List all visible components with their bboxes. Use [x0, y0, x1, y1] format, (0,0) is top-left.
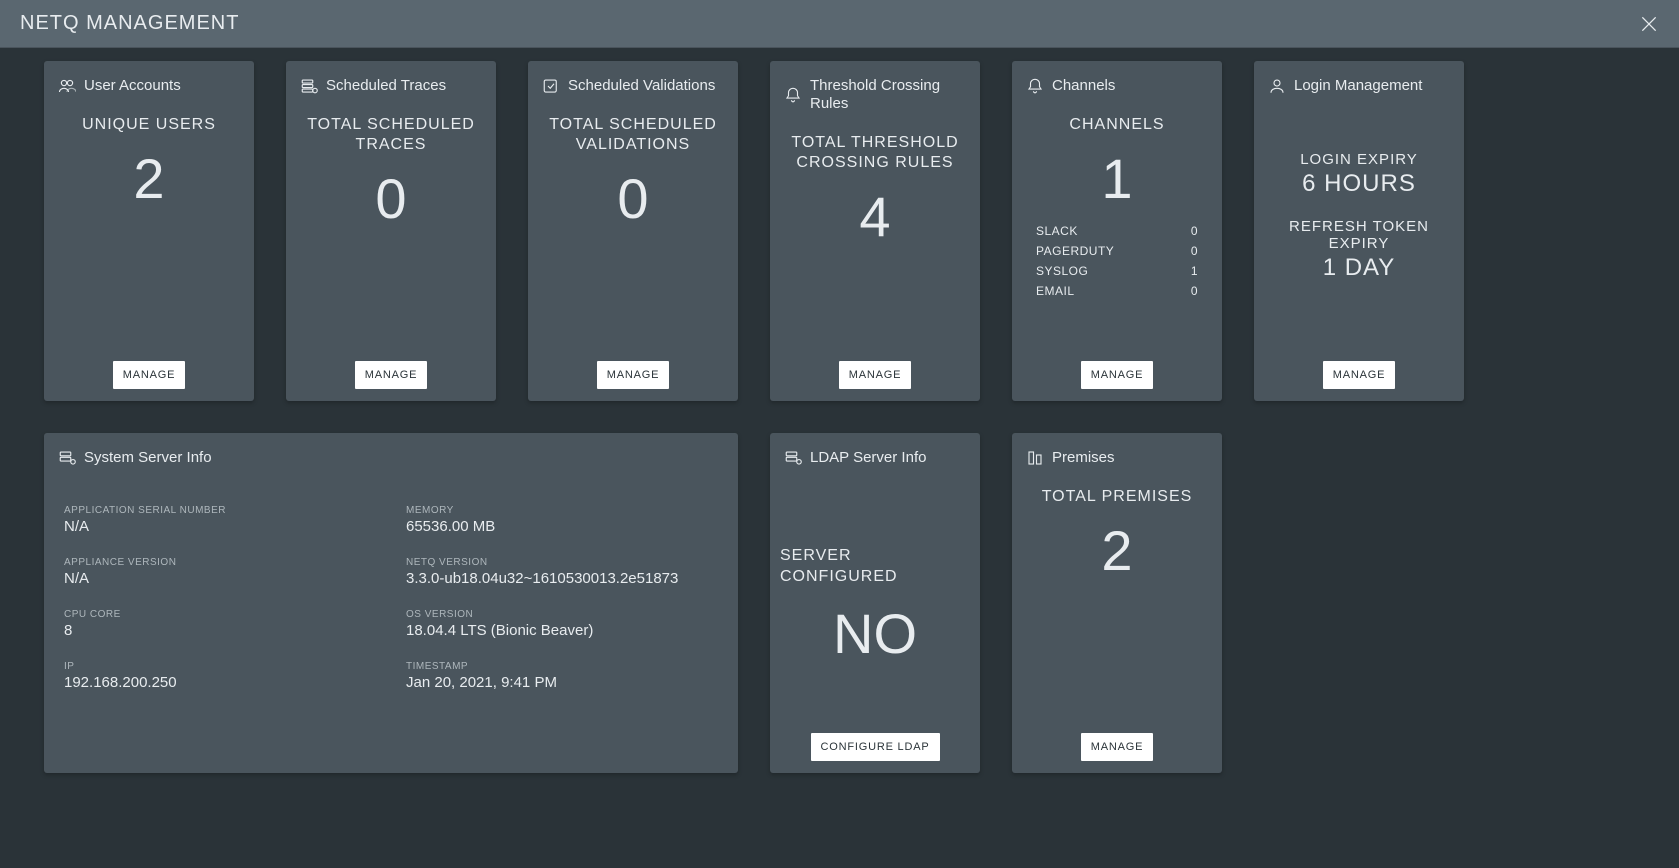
card-title: Scheduled Validations: [568, 77, 715, 95]
card-premises: Premises TOTAL PREMISES 2 MANAGE: [1012, 433, 1222, 773]
refresh-expiry-value: 1 DAY: [1264, 254, 1454, 282]
validations-icon: [542, 77, 560, 95]
card-title: Scheduled Traces: [326, 77, 446, 95]
server-icon: [58, 449, 76, 467]
card-title: Channels: [1052, 77, 1115, 95]
users-icon: [58, 77, 76, 95]
card-header: Scheduled Traces: [296, 77, 486, 95]
card-header: LDAP Server Info: [780, 449, 970, 467]
card-title: System Server Info: [84, 449, 212, 467]
card-body: LOGIN EXPIRY 6 HOURS REFRESH TOKEN EXPIR…: [1264, 115, 1454, 353]
stat-label: SERVER CONFIGURED: [780, 546, 970, 588]
manage-button[interactable]: MANAGE: [597, 361, 669, 389]
card-ldap: LDAP Server Info SERVER CONFIGURED NO CO…: [770, 433, 980, 773]
manage-button[interactable]: MANAGE: [1081, 733, 1153, 761]
close-icon[interactable]: [1639, 14, 1659, 34]
info-item: OS VERSION18.04.4 LTS (Bionic Beaver): [406, 609, 718, 639]
stat-value: 2: [1101, 523, 1132, 579]
card-body: TOTAL SCHEDULED TRACES 0: [296, 115, 486, 353]
card-system-server-info: System Server Info APPLICATION SERIAL NU…: [44, 433, 738, 773]
card-header: Login Management: [1264, 77, 1454, 95]
card-header: Channels: [1022, 77, 1212, 95]
card-header: Premises: [1022, 449, 1212, 467]
card-title: Premises: [1052, 449, 1115, 467]
card-body: CHANNELS 1 SLACK0 PAGERDUTY0 SYSLOG1 EMA…: [1022, 115, 1212, 353]
card-scheduled-traces: Scheduled Traces TOTAL SCHEDULED TRACES …: [286, 61, 496, 401]
card-header: Threshold Crossing Rules: [780, 77, 970, 113]
login-icon: [1268, 77, 1286, 95]
card-threshold: Threshold Crossing Rules TOTAL THRESHOLD…: [770, 61, 980, 401]
stat-label: TOTAL PREMISES: [1042, 487, 1193, 507]
card-header: User Accounts: [54, 77, 244, 95]
configure-ldap-button[interactable]: CONFIGURE LDAP: [811, 733, 940, 761]
card-body: TOTAL PREMISES 2: [1022, 487, 1212, 725]
page-header: NETQ MANAGEMENT: [0, 0, 1679, 48]
card-header: System Server Info: [54, 449, 728, 467]
manage-button[interactable]: MANAGE: [839, 361, 911, 389]
manage-button[interactable]: MANAGE: [355, 361, 427, 389]
card-grid: User Accounts UNIQUE USERS 2 MANAGE Sche…: [0, 48, 1679, 786]
refresh-expiry-label: REFRESH TOKEN EXPIRY: [1264, 218, 1454, 252]
login-expiry-label: LOGIN EXPIRY: [1300, 151, 1418, 168]
ldap-icon: [784, 449, 802, 467]
card-body: SERVER CONFIGURED NO: [780, 487, 970, 725]
channels-icon: [1026, 77, 1044, 95]
card-title: Threshold Crossing Rules: [810, 77, 970, 113]
card-header: Scheduled Validations: [538, 77, 728, 95]
stat-value: 1: [1101, 151, 1132, 207]
channel-detail-list: SLACK0 PAGERDUTY0 SYSLOG1 EMAIL0: [1022, 221, 1212, 301]
info-item: CPU CORE8: [64, 609, 376, 639]
page-title: NETQ MANAGEMENT: [20, 12, 239, 35]
refresh-expiry: REFRESH TOKEN EXPIRY 1 DAY: [1264, 218, 1454, 282]
channel-row: SLACK0: [1036, 221, 1198, 241]
card-title: LDAP Server Info: [810, 449, 926, 467]
channel-row: EMAIL0: [1036, 281, 1198, 301]
stat-value: 0: [617, 171, 648, 227]
manage-button[interactable]: MANAGE: [1081, 361, 1153, 389]
stat-label: UNIQUE USERS: [82, 115, 216, 135]
channel-row: SYSLOG1: [1036, 261, 1198, 281]
stat-label: TOTAL SCHEDULED VALIDATIONS: [538, 115, 728, 155]
manage-button[interactable]: MANAGE: [1323, 361, 1395, 389]
stat-value: 0: [375, 171, 406, 227]
card-title: Login Management: [1294, 77, 1422, 95]
bell-icon: [784, 86, 802, 104]
card-user-accounts: User Accounts UNIQUE USERS 2 MANAGE: [44, 61, 254, 401]
info-item: NETQ VERSION3.3.0-ub18.04u32~1610530013.…: [406, 557, 718, 587]
card-body: TOTAL SCHEDULED VALIDATIONS 0: [538, 115, 728, 353]
login-expiry: LOGIN EXPIRY 6 HOURS: [1300, 151, 1418, 198]
card-channels: Channels CHANNELS 1 SLACK0 PAGERDUTY0 SY…: [1012, 61, 1222, 401]
info-item: APPLICATION SERIAL NUMBERN/A: [64, 505, 376, 535]
stat-value: 4: [859, 189, 890, 245]
stat-label: CHANNELS: [1069, 115, 1164, 135]
server-info-grid: APPLICATION SERIAL NUMBERN/A MEMORY65536…: [54, 487, 728, 691]
premises-icon: [1026, 449, 1044, 467]
card-body: UNIQUE USERS 2: [54, 115, 244, 353]
stat-value: NO: [833, 601, 917, 666]
card-title: User Accounts: [84, 77, 181, 95]
card-body: TOTAL THRESHOLD CROSSING RULES 4: [780, 133, 970, 353]
stat-label: TOTAL THRESHOLD CROSSING RULES: [780, 133, 970, 173]
info-item: APPLIANCE VERSIONN/A: [64, 557, 376, 587]
manage-button[interactable]: MANAGE: [113, 361, 185, 389]
info-item: IP192.168.200.250: [64, 661, 376, 691]
stat-value: 2: [133, 151, 164, 207]
info-item: TIMESTAMPJan 20, 2021, 9:41 PM: [406, 661, 718, 691]
card-scheduled-validations: Scheduled Validations TOTAL SCHEDULED VA…: [528, 61, 738, 401]
login-expiry-value: 6 HOURS: [1300, 170, 1418, 198]
traces-icon: [300, 77, 318, 95]
info-item: MEMORY65536.00 MB: [406, 505, 718, 535]
channel-row: PAGERDUTY0: [1036, 241, 1198, 261]
stat-label: TOTAL SCHEDULED TRACES: [296, 115, 486, 155]
card-login-management: Login Management LOGIN EXPIRY 6 HOURS RE…: [1254, 61, 1464, 401]
